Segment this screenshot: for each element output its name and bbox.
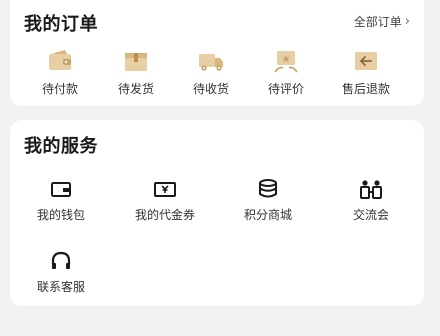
people-icon xyxy=(360,180,382,199)
truck-icon xyxy=(199,54,223,71)
order-label: 待评价 xyxy=(267,82,304,96)
package-icon xyxy=(125,53,147,71)
refund-icon xyxy=(355,52,377,70)
service-label: 我的钱包 xyxy=(36,208,85,222)
order-pending-review[interactable]: 待评价 xyxy=(251,48,321,97)
order-after-sale-refund[interactable]: 售后退款 xyxy=(331,48,401,97)
order-label: 待发货 xyxy=(117,82,154,96)
service-voucher[interactable]: 我的代金券 xyxy=(120,178,210,223)
services-card: 我的服务 我的钱包 我的代金券 积分商城 交流会 联系客服 xyxy=(10,120,424,306)
order-pending-shipment[interactable]: 待发货 xyxy=(101,48,171,97)
service-customer-support[interactable]: 联系客服 xyxy=(16,250,106,295)
chevron-right-icon: › xyxy=(404,14,410,29)
all-orders-link[interactable]: 全部订单 › xyxy=(354,13,410,30)
service-points-mall[interactable]: 积分商城 xyxy=(223,178,313,223)
service-label: 联系客服 xyxy=(36,280,85,294)
voucher-icon xyxy=(154,182,176,197)
all-orders-label: 全部订单 xyxy=(353,15,402,29)
order-pending-payment[interactable]: 待付款 xyxy=(25,48,95,97)
service-meetup[interactable]: 交流会 xyxy=(326,178,416,223)
orders-title: 我的订单 xyxy=(24,14,98,35)
order-pending-receipt[interactable]: 待收货 xyxy=(176,48,246,97)
review-icon xyxy=(274,51,298,73)
service-label: 交流会 xyxy=(352,208,389,222)
order-status-row: 待付款 待发货 待收货 待评价 售后退款 xyxy=(10,48,424,100)
wallet-icon xyxy=(49,50,71,70)
services-title: 我的服务 xyxy=(24,136,98,157)
service-label: 积分商城 xyxy=(243,208,292,222)
orders-card: 我的订单 全部订单 › 待付款 待发货 待收货 待评价 售后退款 xyxy=(10,0,424,106)
coin-stack-icon xyxy=(259,179,277,198)
service-wallet[interactable]: 我的钱包 xyxy=(16,178,106,223)
order-label: 待付款 xyxy=(41,82,78,96)
service-label: 我的代金券 xyxy=(134,208,195,222)
order-label: 售后退款 xyxy=(341,82,390,96)
headset-icon xyxy=(51,251,71,269)
wallet-outline-icon xyxy=(51,182,71,197)
order-label: 待收货 xyxy=(192,82,229,96)
